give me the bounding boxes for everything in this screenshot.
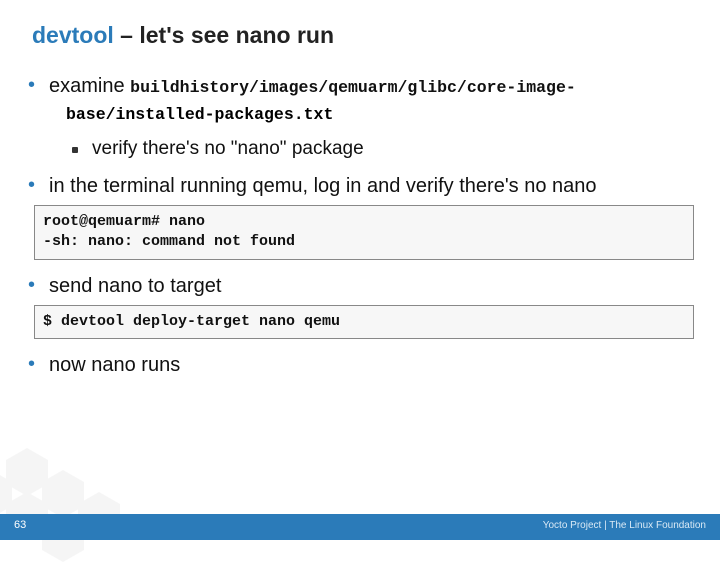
bullet-examine: • examine buildhistory/images/qemuarm/gl… [26, 74, 694, 99]
bullet-icon: • [28, 353, 35, 375]
subbullet-verify: verify there's no "nano" package [72, 138, 694, 160]
bullet-icon: • [28, 274, 35, 296]
examine-path-line1: buildhistory/images/qemuarm/glibc/core-i… [130, 78, 576, 97]
bullet-terminal: • in the terminal running qemu, log in a… [26, 174, 694, 199]
bullet-icon: • [28, 74, 35, 96]
subbullet-icon [72, 147, 78, 153]
bullet-text: in the terminal running qemu, log in and… [49, 174, 596, 199]
code-deploy: $ devtool deploy-target nano qemu [34, 305, 694, 339]
footer-bar: 63 Yocto Project | The Linux Foundation [0, 514, 720, 540]
slide-title: devtool – let's see nano run [32, 22, 334, 49]
footer-credit: Yocto Project | The Linux Foundation [543, 520, 706, 531]
bullet-send: • send nano to target [26, 274, 694, 299]
title-rest: let's see nano run [139, 22, 334, 48]
bullet-text: now nano runs [49, 353, 180, 378]
bullet-nowruns: • now nano runs [26, 353, 694, 378]
code-nano-notfound: root@qemuarm# nano -sh: nano: command no… [34, 205, 694, 260]
subbullet-text: verify there's no "nano" package [92, 138, 364, 160]
slide: devtool – let's see nano run • examine b… [0, 0, 720, 540]
examine-path-cont: base/installed-packages.txt [66, 105, 694, 124]
title-dash: – [114, 22, 140, 48]
examine-path-line2: base/installed-packages.txt [66, 105, 333, 124]
bullet-text: send nano to target [49, 274, 221, 299]
content-area: • examine buildhistory/images/qemuarm/gl… [26, 74, 694, 384]
bullet-icon: • [28, 174, 35, 196]
bullet-text: examine buildhistory/images/qemuarm/glib… [49, 74, 576, 99]
examine-prefix: examine [49, 75, 130, 97]
title-keyword: devtool [32, 22, 114, 48]
page-number: 63 [14, 519, 26, 531]
